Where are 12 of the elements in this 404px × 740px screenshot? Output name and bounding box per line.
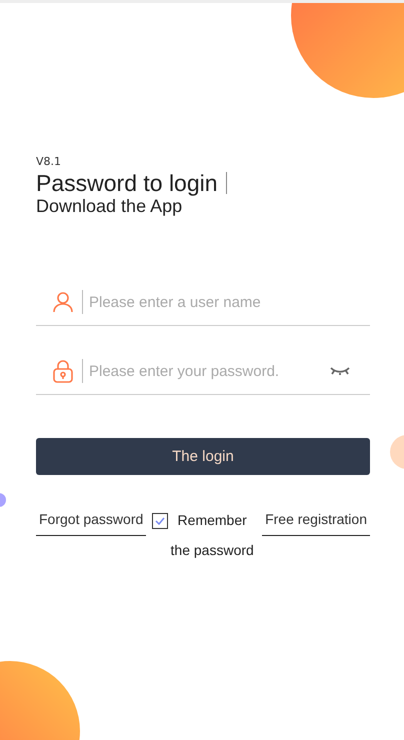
closed-eye-icon[interactable] [330, 366, 350, 376]
login-button[interactable]: The login [36, 438, 370, 476]
version-label: V8.1 [36, 155, 62, 168]
forgot-password-link[interactable]: Forgot password [36, 507, 146, 536]
user-icon [52, 291, 74, 314]
page-title: Password to login [36, 170, 218, 196]
padlock-icon [52, 359, 74, 384]
remember-checkbox[interactable] [152, 513, 168, 530]
free-registration-link[interactable]: Free registration [262, 507, 370, 536]
download-app-link[interactable]: Download the App [36, 196, 182, 218]
checkmark-icon [155, 517, 166, 526]
remember-password-label: Remember the password [170, 511, 255, 560]
